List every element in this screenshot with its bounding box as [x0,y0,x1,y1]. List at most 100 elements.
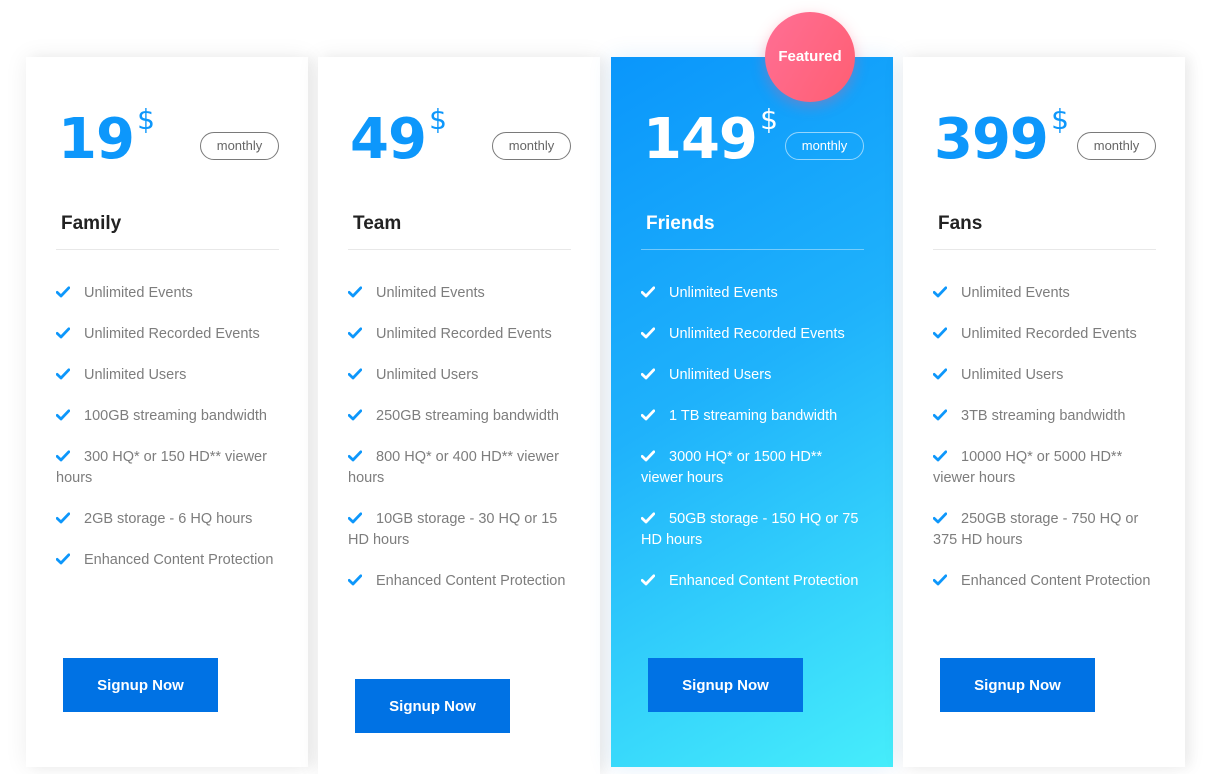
price-amount: 149 [643,107,758,172]
feature-text: Enhanced Content Protection [961,573,1151,589]
feature-text: 10GB storage - 30 HQ or 15 HD hours [348,511,558,548]
feature-text: 3TB streaming bandwidth [961,408,1126,424]
feature-item: 100GB streaming bandwidth [56,406,283,427]
billing-period-pill: monthly [492,132,571,160]
check-icon [933,512,947,524]
feature-text: 300 HQ* or 150 HD** viewer hours [56,449,267,486]
feature-item: 800 HQ* or 400 HD** viewer hours [348,447,575,489]
feature-text: 800 HQ* or 400 HD** viewer hours [348,449,559,486]
check-icon [56,512,70,524]
feature-item: 250GB storage - 750 HQ or 375 HD hours [933,509,1160,551]
feature-item: Unlimited Users [348,365,575,386]
pricing-card-family: 19 $ monthly Family Unlimited Events Unlim… [26,57,308,767]
feature-item: Enhanced Content Protection [933,571,1160,592]
feature-item: Unlimited Users [56,365,283,386]
check-icon [56,286,70,298]
check-icon [56,327,70,339]
price: 399 $ [934,106,1069,168]
divider [933,249,1156,250]
currency-symbol: $ [429,103,447,136]
feature-text: Unlimited Users [669,367,772,383]
feature-list: Unlimited Events Unlimited Recorded Event… [348,283,575,612]
feature-item: Enhanced Content Protection [348,571,575,592]
divider [56,249,279,250]
feature-item: Unlimited Events [641,283,868,304]
price-amount: 49 [350,107,427,172]
feature-text: Unlimited Events [961,285,1070,301]
plan-name: Friends [646,213,715,234]
check-icon [933,409,947,421]
feature-text: Unlimited Events [84,285,193,301]
feature-text: Unlimited Events [376,285,485,301]
check-icon [348,286,362,298]
signup-button[interactable]: Signup Now [63,658,218,712]
billing-period-pill: monthly [785,132,864,160]
feature-list: Unlimited Events Unlimited Recorded Event… [641,283,868,612]
currency-symbol: $ [137,103,155,136]
feature-text: Enhanced Content Protection [669,573,859,589]
feature-text: 2GB storage - 6 HQ hours [84,511,253,527]
check-icon [933,327,947,339]
check-icon [641,574,655,586]
check-icon [933,286,947,298]
divider [348,249,571,250]
feature-list: Unlimited Events Unlimited Recorded Event… [933,283,1160,612]
signup-button[interactable]: Signup Now [940,658,1095,712]
feature-item: Unlimited Recorded Events [641,324,868,345]
featured-badge: Featured [765,12,855,102]
feature-item: Unlimited Recorded Events [933,324,1160,345]
pricing-card-fans: 399 $ monthly Fans Unlimited Events Unlimi… [903,57,1185,767]
feature-text: Unlimited Events [669,285,778,301]
check-icon [56,553,70,565]
plan-name: Family [61,213,122,234]
currency-symbol: $ [760,103,778,136]
check-icon [641,409,655,421]
check-icon [933,574,947,586]
check-icon [641,327,655,339]
billing-period-pill: monthly [1077,132,1156,160]
price-amount: 399 [934,107,1049,172]
feature-item: 3TB streaming bandwidth [933,406,1160,427]
check-icon [348,450,362,462]
feature-item: 1 TB streaming bandwidth [641,406,868,427]
check-icon [933,368,947,380]
check-icon [56,368,70,380]
feature-item: 50GB storage - 150 HQ or 75 HD hours [641,509,868,551]
feature-item: Unlimited Recorded Events [56,324,283,345]
divider [641,249,864,250]
check-icon [641,368,655,380]
feature-item: 2GB storage - 6 HQ hours [56,509,283,530]
check-icon [641,450,655,462]
check-icon [348,368,362,380]
check-icon [348,409,362,421]
check-icon [348,574,362,586]
feature-item: Unlimited Users [641,365,868,386]
signup-button[interactable]: Signup Now [355,679,510,733]
price: 149 $ [643,106,778,168]
check-icon [641,512,655,524]
feature-text: 50GB storage - 150 HQ or 75 HD hours [641,511,859,548]
price-amount: 19 [58,107,135,172]
feature-text: 3000 HQ* or 1500 HD** viewer hours [641,449,823,486]
feature-list: Unlimited Events Unlimited Recorded Event… [56,283,283,591]
pricing-card-friends: 149 $ monthly Friends Unlimited Events Unl… [611,57,893,767]
check-icon [56,409,70,421]
feature-text: 250GB streaming bandwidth [376,408,559,424]
signup-button[interactable]: Signup Now [648,658,803,712]
feature-item: Enhanced Content Protection [641,571,868,592]
feature-item: Unlimited Events [933,283,1160,304]
feature-text: 1 TB streaming bandwidth [669,408,838,424]
feature-text: Enhanced Content Protection [84,552,274,568]
feature-text: 100GB streaming bandwidth [84,408,267,424]
feature-text: Unlimited Recorded Events [961,326,1137,342]
feature-item: Unlimited Users [933,365,1160,386]
feature-item: Enhanced Content Protection [56,550,283,571]
feature-item: 300 HQ* or 150 HD** viewer hours [56,447,283,489]
feature-text: 10000 HQ* or 5000 HD** viewer hours [933,449,1123,486]
feature-item: 250GB streaming bandwidth [348,406,575,427]
feature-text: Enhanced Content Protection [376,573,566,589]
feature-item: Unlimited Recorded Events [348,324,575,345]
pricing-card-team: 49 $ monthly Team Unlimited Events Unlimit… [318,57,600,774]
check-icon [348,327,362,339]
feature-item: 10000 HQ* or 5000 HD** viewer hours [933,447,1160,489]
